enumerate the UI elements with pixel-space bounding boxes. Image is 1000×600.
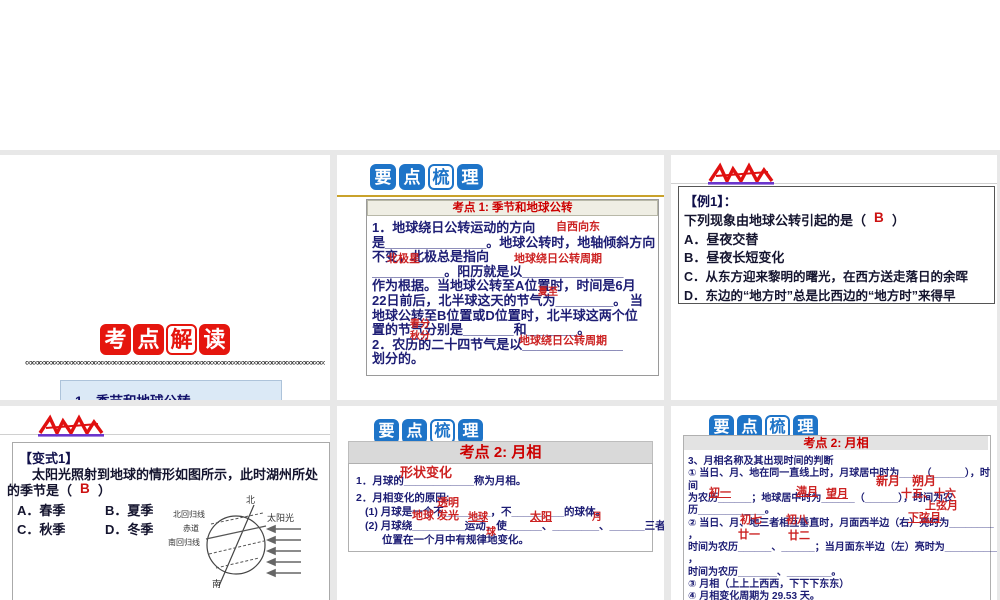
sunlight-arrows — [265, 524, 301, 578]
handwritten-answer: 夏至 — [538, 287, 558, 298]
content-box: 1．月球的____________称为月相。 2．月相变化的原因: (1) 月球… — [348, 463, 664, 552]
handwritten-answer: 初八 — [786, 514, 808, 526]
slide-4-thumbnail[interactable]: 【变式1】 太阳光照射到地球的情形如图所示，此时湖州所处 的季节是（ ） B A… — [0, 406, 330, 600]
handwritten-answer: 新月 — [876, 474, 901, 488]
title-badge-inverted: 解 — [166, 324, 197, 355]
handwritten-answer: 廿一 — [738, 529, 760, 541]
slide-6-thumbnail[interactable]: 要 点 梳 理 考点 2: 月相 3、月相名称及其出现时间的判断 ① 当日、月、… — [671, 406, 997, 600]
body-line: 2．月相变化的原因: — [356, 492, 450, 504]
handwritten-answer: 十五、十六 — [901, 488, 956, 500]
slide-2-thumbnail[interactable]: 要 点 梳 理 考点 1: 季节和地球公转 1．地球绕日公转运动的方向 是___… — [337, 155, 664, 400]
body-line: 时间为农历______、______；当月面东半边（左）亮时为_________… — [688, 542, 997, 554]
question-text: 下列现象由地球公转引起的是（ ） — [684, 213, 906, 228]
question-box: 【例1】： 下列现象由地球公转引起的是（ ） B A．昼夜交替 B．昼夜长短变化… — [678, 186, 995, 304]
body-line: ① 当日、月、地在同一直线上时，月球居中时为____（______），时 — [688, 468, 990, 480]
option-d: D．东边的“地方时”总是比西边的“地方时”来得早 — [684, 288, 956, 303]
handwritten-answer: 上弦月 — [925, 500, 958, 512]
gold-rule — [337, 195, 664, 197]
red-scribble-logo — [708, 162, 774, 185]
section-heading: 考点 2: 月相 — [684, 436, 988, 450]
handwritten-answer: 春分 — [410, 319, 430, 330]
red-scribble-logo — [38, 414, 104, 437]
handwritten-answer: 地球绕日公转周期 — [514, 253, 602, 265]
title-badge: 考 — [100, 324, 131, 355]
body-line: (2) 月球绕_________运动，使______、________、____… — [365, 520, 664, 532]
wave-divider: ∞∞∞∞∞∞∞∞∞∞∞∞∞∞∞∞∞∞∞∞∞∞∞∞∞∞∞∞∞∞∞∞∞∞∞∞∞∞∞∞… — [25, 357, 325, 368]
body-line: 位置在一个月中有规律地变化。 — [382, 534, 529, 546]
title-badge: 点 — [399, 164, 425, 190]
option-b: B．夏季 — [105, 503, 154, 518]
option-d: D．冬季 — [105, 522, 154, 537]
handwritten-answer: 朔月 — [912, 474, 937, 488]
handwritten-answer: 地球 — [468, 512, 488, 523]
question-box: 【变式1】 太阳光照射到地球的情形如图所示，此时湖州所处 的季节是（ ） B A… — [7, 442, 330, 600]
handwritten-answer: 球 — [486, 527, 496, 538]
section-heading: 考点 1: 季节和地球公转 — [367, 200, 658, 216]
handwritten-answer: 地球绕日公转周期 — [519, 335, 607, 347]
kaodian-jiedu-title: 考 点 解 读 — [100, 324, 230, 355]
label-tropic-of-capricorn: 南回归线 — [168, 538, 200, 547]
handwritten-answer: 透明 — [437, 497, 459, 509]
list-item: 1．季节和地球公转 — [75, 390, 191, 400]
slide-5-thumbnail[interactable]: 要 点 梳 理 考点 2: 月相 1．月球的____________称为月相。 … — [337, 406, 664, 600]
slide-1-thumbnail[interactable]: 考 点 解 读 ∞∞∞∞∞∞∞∞∞∞∞∞∞∞∞∞∞∞∞∞∞∞∞∞∞∞∞∞∞∞∞∞… — [0, 155, 330, 400]
handwritten-answer: 地球 发光 — [412, 510, 460, 522]
title-badge: 点 — [133, 324, 164, 355]
handwritten-answer: 廿二 — [788, 530, 810, 542]
option-c: C．秋季 — [17, 522, 66, 537]
handwritten-answer: 自西向东 — [556, 221, 600, 233]
title-badge: 理 — [457, 164, 483, 190]
handwritten-answer: 望月 — [826, 488, 848, 500]
title-badge: 要 — [370, 164, 396, 190]
handwritten-answer: 太阳 — [530, 511, 552, 523]
answer-letter: B — [874, 210, 884, 225]
label-north: 北 — [246, 495, 256, 505]
option-c: C．从东方迎来黎明的曙光，在西方送走落日的余晖 — [684, 270, 969, 285]
topic-list-panel: 1．季节和地球公转 2．月相 3．太阳系与星际航行 — [60, 380, 282, 400]
title-badge: 读 — [199, 324, 230, 355]
handwritten-answer: 月 — [592, 512, 602, 523]
body-line: 划分的。 — [372, 351, 425, 367]
handwritten-answer: 秋分 — [410, 331, 430, 342]
label-south: 南 — [212, 579, 222, 589]
body-line: ② 当日、月、地三者相互垂直时，月面西半边（右）亮时为________ — [688, 517, 994, 529]
content-box: 考点 1: 季节和地球公转 1．地球绕日公转运动的方向 是___________… — [366, 199, 659, 376]
handwritten-answer: 满月 — [796, 486, 818, 498]
handwritten-answer: 形状变化 — [400, 465, 453, 480]
option-b: B．昼夜长短变化 — [684, 250, 785, 266]
option-a: A．昼夜交替 — [684, 231, 759, 247]
label-sunlight: 太阳光 — [267, 513, 295, 523]
handwritten-answer: 初七 — [740, 514, 762, 526]
label-tropic-of-cancer: 北回归线 — [173, 510, 205, 519]
handwritten-answer: 北极星 — [387, 253, 420, 265]
handwritten-answer: 初一 — [709, 487, 731, 499]
answer-letter: B — [80, 481, 90, 496]
content-box: 考点 2: 月相 3、月相名称及其出现时间的判断 ① 当日、月、地在同一直线上时… — [683, 435, 997, 600]
option-a: A．春季 — [17, 503, 66, 518]
label-equator: 赤道 — [183, 524, 199, 533]
title-badge-inverted: 梳 — [428, 164, 454, 190]
yaodian-shuli-title: 要 点 梳 理 — [370, 164, 483, 190]
handwritten-answer: 下弦月 — [908, 512, 941, 524]
section-heading: 考点 2: 月相 — [348, 441, 653, 465]
slide-3-thumbnail[interactable]: 【例1】： 下列现象由地球公转引起的是（ ） B A．昼夜交替 B．昼夜长短变化… — [671, 155, 997, 400]
question-text: 的季节是（ ） — [7, 483, 112, 498]
example-label: 【例1】： — [684, 194, 737, 209]
body-line: ④ 月相变化周期为 29.53 天。 — [688, 591, 820, 600]
